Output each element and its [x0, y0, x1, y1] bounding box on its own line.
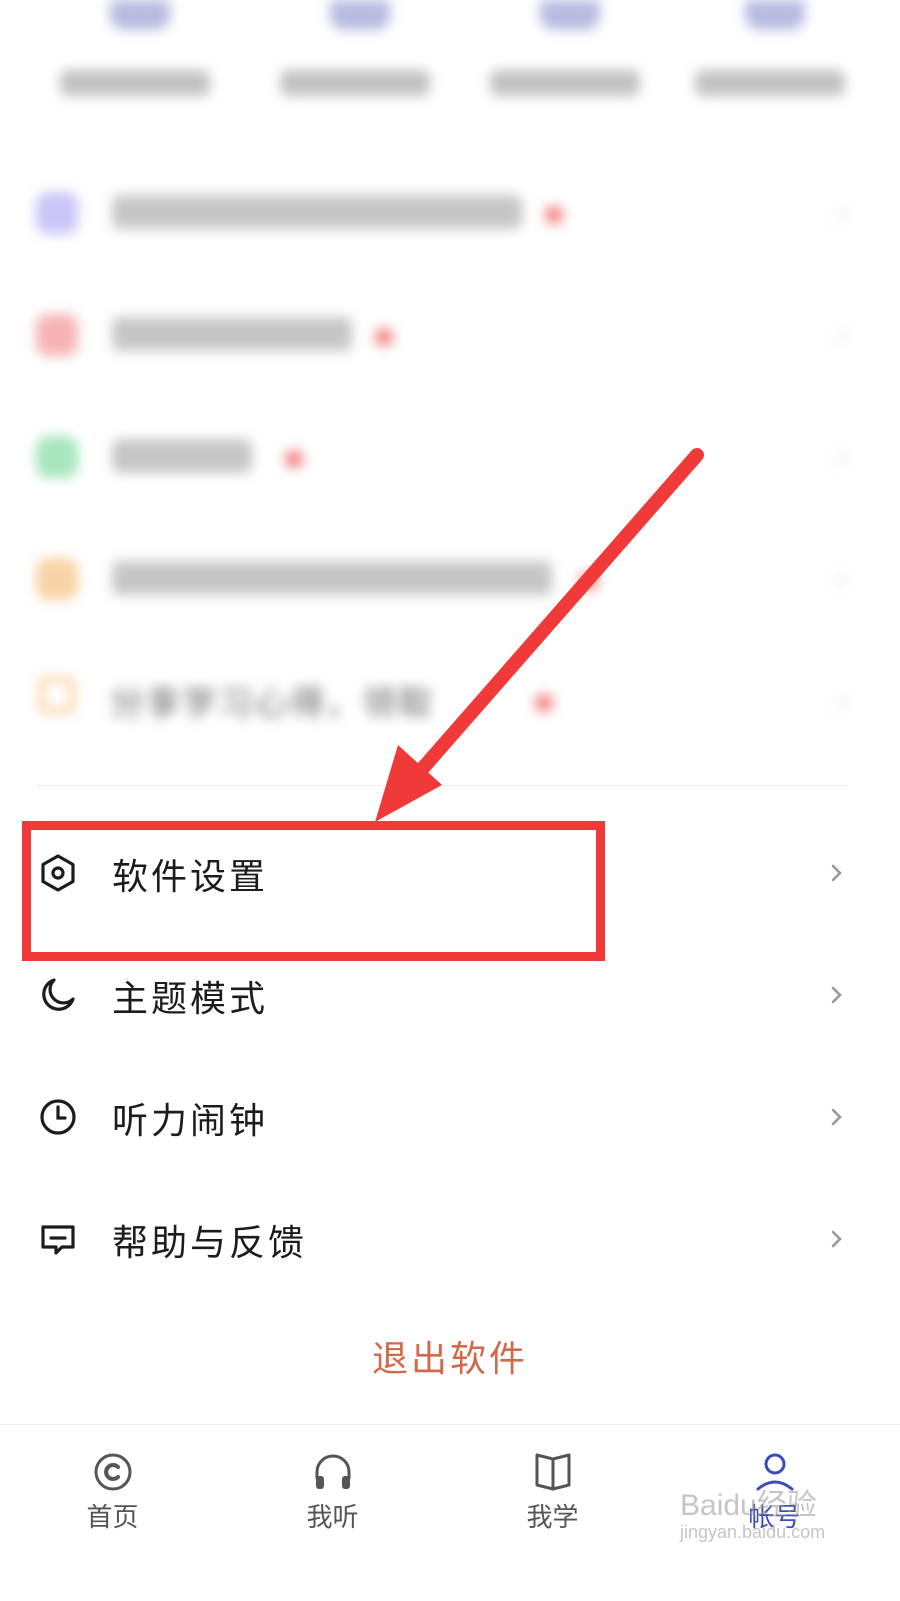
list-item-label [112, 195, 522, 229]
logout-button[interactable]: 退出软件 [0, 1330, 900, 1382]
share-item-label: 分享学习心得，领取 [110, 684, 434, 724]
chevron-right-icon [831, 864, 842, 882]
open-book-icon [535, 1453, 571, 1491]
share-list-item[interactable]: 分享学习心得，领取 [0, 638, 900, 758]
menu-item-help-feedback[interactable]: 帮助与反馈 [0, 1176, 900, 1298]
chevron-right-icon [831, 986, 842, 1004]
grid-item[interactable] [675, 0, 875, 120]
list-item[interactable] [0, 272, 900, 392]
red-dot-badge [285, 450, 303, 468]
list-item-label [112, 561, 552, 595]
grid-label [60, 70, 210, 96]
menu-item-theme-mode[interactable]: 主题模式 [0, 932, 900, 1054]
menu-item-label: 帮助与反馈 [112, 1223, 308, 1264]
red-dot-badge [535, 694, 553, 712]
chevron-right-icon [831, 1108, 842, 1126]
list-item-label [112, 439, 252, 473]
grid-icon [745, 0, 805, 30]
list-item[interactable] [0, 516, 900, 636]
menu-item-listening-alarm[interactable]: 听力闹钟 [0, 1054, 900, 1176]
chevron-right-icon [828, 327, 847, 346]
grid-item[interactable] [470, 0, 670, 120]
feature-icon [36, 192, 78, 234]
tab-listen[interactable]: 我听 [220, 1425, 445, 1601]
list-item[interactable] [0, 394, 900, 514]
red-dot-badge [375, 328, 393, 346]
menu-item-software-settings[interactable]: 软件设置 [0, 810, 900, 932]
feature-icon [36, 558, 78, 600]
tab-home[interactable]: 首页 [0, 1425, 225, 1601]
tab-label: 我听 [306, 1503, 359, 1533]
menu-item-label: 软件设置 [112, 857, 269, 898]
feature-icon [36, 314, 78, 356]
grid-icon [110, 0, 170, 30]
edit-share-icon [40, 678, 74, 712]
grid-label [490, 70, 640, 96]
tab-label: 我学 [526, 1503, 579, 1533]
red-dot-badge [580, 572, 598, 590]
list-item-label [112, 317, 352, 351]
clock-icon [40, 1099, 76, 1135]
grid-item[interactable] [260, 0, 460, 120]
grid-item[interactable] [40, 0, 240, 120]
red-dot-badge [545, 206, 563, 224]
menu-item-label: 听力闹钟 [112, 1101, 269, 1142]
hexagon-settings-icon [41, 854, 75, 892]
section-divider [36, 785, 848, 786]
chevron-right-icon [828, 693, 847, 712]
home-circle-icon [94, 1453, 132, 1491]
grid-label [280, 70, 430, 96]
list-item[interactable] [0, 150, 900, 270]
watermark-url: jingyan.baidu.com [680, 1522, 826, 1542]
grid-icon [540, 0, 600, 30]
grid-icon [330, 0, 390, 30]
feature-icon [36, 436, 78, 478]
baidu-watermark: Baidu经验 [680, 1489, 817, 1522]
menu-item-label: 主题模式 [112, 979, 269, 1020]
feedback-message-icon [41, 1225, 75, 1255]
chevron-right-icon [828, 449, 847, 468]
chevron-right-icon [828, 205, 847, 224]
quick-access-grid [0, 0, 900, 120]
tab-study[interactable]: 我学 [440, 1425, 665, 1601]
chevron-right-icon [828, 571, 847, 590]
chevron-right-icon [831, 1230, 842, 1248]
headphones-icon [315, 1454, 351, 1489]
grid-label [695, 70, 845, 96]
moon-icon [42, 978, 75, 1011]
tab-label: 首页 [86, 1503, 139, 1533]
